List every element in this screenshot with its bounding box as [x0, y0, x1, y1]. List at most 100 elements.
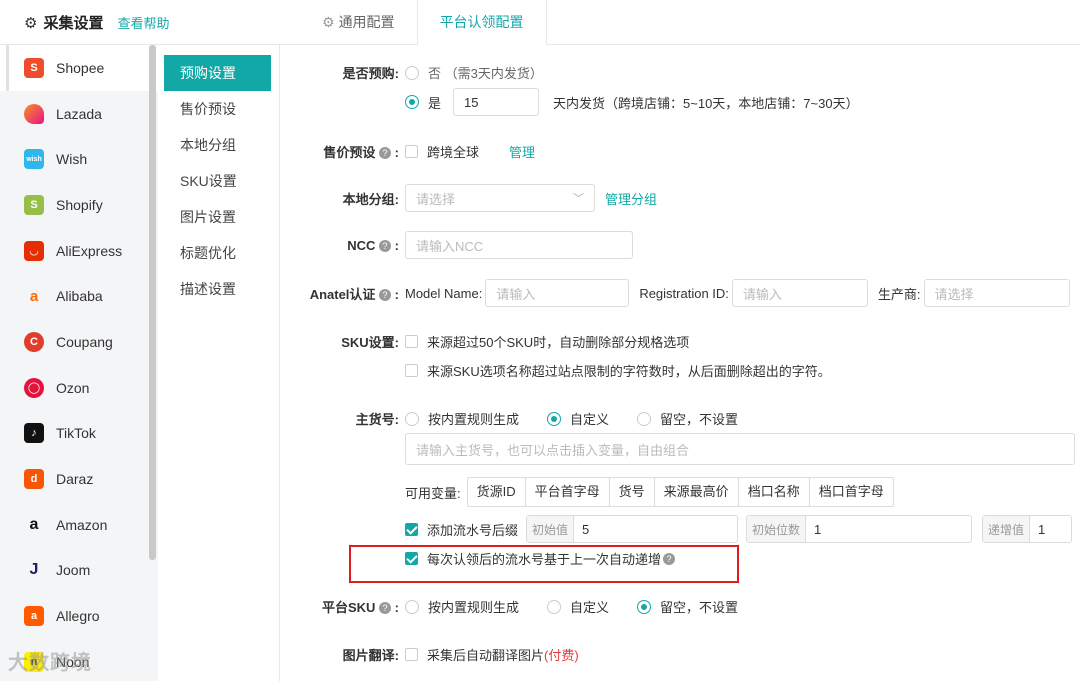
- sidebar-item-alibaba[interactable]: a Alibaba: [0, 273, 158, 319]
- price-preset-row: 售价预设 ? : 跨境全球 管理: [281, 142, 535, 161]
- sidebar-item-amazon[interactable]: a Amazon: [0, 502, 158, 548]
- subnav-image-settings[interactable]: 图片设置: [164, 199, 271, 235]
- serial-start-input[interactable]: 初始值 5: [526, 515, 739, 543]
- main-sku-custom-radio[interactable]: [547, 411, 562, 426]
- platform-sku-custom-radio[interactable]: [547, 599, 562, 614]
- sidebar-item-label: TikTok: [56, 425, 96, 442]
- chevron-down-icon: ﹀: [573, 193, 584, 205]
- sidebar-item-aliexpress[interactable]: ◡ AliExpress: [0, 228, 158, 274]
- image-translate-checkbox[interactable]: [405, 648, 418, 661]
- serial-increment-input[interactable]: 递增值 1: [982, 515, 1073, 543]
- ozon-icon: ◯: [24, 377, 44, 398]
- serial-digits-addon: 初始位数: [747, 516, 807, 542]
- subnav-local-group[interactable]: 本地分组: [164, 127, 271, 163]
- model-name-input[interactable]: 请输入: [485, 279, 630, 307]
- sku-limit-checkbox[interactable]: [405, 335, 418, 348]
- aliexpress-icon: ◡: [24, 240, 44, 261]
- subnav-description[interactable]: 描述设置: [164, 271, 271, 307]
- sidebar-item-wish[interactable]: wish Wish: [0, 136, 158, 182]
- help-icon[interactable]: ?: [379, 288, 392, 301]
- help-icon[interactable]: ?: [379, 147, 392, 159]
- sidebar-item-joom[interactable]: J Joom: [0, 548, 158, 594]
- serial-suffix-checkbox[interactable]: [405, 522, 418, 536]
- ncc-row: NCC ? : 请输入NCC: [281, 231, 633, 259]
- paid-tag: (付费): [544, 648, 579, 663]
- platform-sku-rule-radio[interactable]: [405, 599, 419, 614]
- tab-bar: ⚙ 通用配置 平台认领配置: [300, 0, 547, 45]
- main-sku-empty-radio[interactable]: [637, 411, 652, 426]
- sku-limit-label: 来源超过50个SKU时，自动删除部分规格选项: [427, 335, 690, 350]
- platform-sku-empty-radio[interactable]: [637, 599, 652, 614]
- tab-general-config[interactable]: ⚙ 通用配置: [300, 0, 417, 45]
- sidebar-item-label: Allegro: [56, 608, 100, 625]
- model-name-placeholder: 请输入: [496, 286, 536, 302]
- page-title: 采集设置: [43, 15, 104, 32]
- sidebar-item-label: Shopify: [56, 196, 103, 213]
- help-link[interactable]: 查看帮助: [117, 13, 169, 32]
- sidebar-item-label: Ozon: [56, 379, 90, 396]
- platform-sku-rule-label: 按内置规则生成: [428, 600, 520, 615]
- variable-chip[interactable]: 平台首字母: [526, 478, 610, 506]
- coupang-icon: C: [24, 331, 44, 352]
- cross-border-checkbox[interactable]: [405, 145, 418, 158]
- joom-icon: J: [29, 561, 39, 579]
- platform-sku-empty-label: 留空，不设置: [660, 600, 739, 615]
- sku-trim-checkbox[interactable]: [405, 364, 418, 377]
- ncc-input[interactable]: 请输入NCC: [405, 231, 633, 259]
- help-icon[interactable]: ?: [379, 239, 392, 252]
- price-manage-link[interactable]: 管理: [509, 142, 535, 161]
- watermark: 大数跨境: [8, 652, 92, 674]
- variable-chip[interactable]: 货源ID: [468, 478, 526, 506]
- subnav-title-optimize[interactable]: 标题优化: [164, 235, 271, 271]
- preorder-yes-label: 是: [428, 95, 442, 111]
- platform-sku-label: 平台SKU ? :: [321, 600, 399, 615]
- manufacturer-select[interactable]: 请选择: [923, 279, 1070, 307]
- sku-settings-row: SKU设置: 来源超过50个SKU时，自动删除部分规格选项: [281, 332, 689, 351]
- variable-chip[interactable]: 来源最高价: [655, 478, 739, 506]
- main-sku-rule-radio[interactable]: [405, 411, 419, 426]
- manufacturer-placeholder: 请选择: [934, 286, 974, 302]
- subnav-sku-settings[interactable]: SKU设置: [164, 163, 271, 199]
- tab-label: 平台认领配置: [439, 14, 524, 30]
- preorder-no-radio[interactable]: [405, 65, 419, 80]
- subnav-preorder[interactable]: 预购设置: [164, 55, 271, 91]
- subnav-price-preset[interactable]: 售价预设: [164, 91, 271, 127]
- preorder-days-hint: 天内发货（跨境店铺：5~10天，本地店铺：7~30天）: [553, 95, 859, 111]
- sidebar-item-coupang[interactable]: C Coupang: [0, 319, 158, 365]
- ncc-label: NCC ? :: [347, 237, 399, 253]
- sidebar-item-shopify[interactable]: S Shopify: [0, 182, 158, 228]
- main-sku-placeholder: 请输入主货号，也可以点击插入变量，自由组合: [416, 442, 690, 458]
- manage-group-link[interactable]: 管理分组: [605, 189, 657, 208]
- tab-platform-config[interactable]: 平台认领配置: [416, 0, 547, 45]
- help-icon[interactable]: ?: [379, 602, 392, 614]
- shopify-icon: S: [24, 194, 44, 215]
- anatel-label-text: Anatel认证: [309, 286, 376, 302]
- serial-increment-value: 1: [1038, 521, 1046, 537]
- settings-icon: ⚙: [322, 14, 335, 30]
- brand: ⚙ 采集设置 查看帮助: [24, 12, 169, 33]
- sidebar-item-allegro[interactable]: a Allegro: [0, 593, 158, 639]
- variable-chip[interactable]: 档口名称: [739, 478, 810, 506]
- preorder-days-input[interactable]: 15: [453, 88, 540, 116]
- sidebar-item-label: Amazon: [56, 516, 108, 533]
- sidebar-item-tiktok[interactable]: ♪ TikTok: [0, 411, 158, 457]
- registration-id-input[interactable]: 请输入: [731, 279, 868, 307]
- manufacturer-label: 生产商:: [877, 286, 921, 302]
- main-sku-input[interactable]: 请输入主货号，也可以点击插入变量，自由组合: [405, 433, 1075, 465]
- preorder-yes-radio[interactable]: [405, 95, 419, 109]
- tab-label: 通用配置: [338, 14, 395, 30]
- sidebar-item-shopee[interactable]: S Shopee: [0, 45, 158, 91]
- platform-sku-row: 平台SKU ? : 按内置规则生成 自定义 留空，不设置: [281, 597, 738, 616]
- variable-chip[interactable]: 货号: [610, 478, 655, 506]
- gear-icon: ⚙: [24, 14, 38, 32]
- main-sku-custom-label: 自定义: [570, 412, 610, 427]
- serial-digits-input[interactable]: 初始位数 1: [746, 515, 973, 543]
- local-group-select[interactable]: 请选择 ﹀: [405, 184, 595, 212]
- anatel-row: Anatel认证 ? : Model Name: 请输入 Registratio…: [281, 279, 1070, 307]
- variable-chip[interactable]: 档口首字母: [810, 478, 893, 506]
- sidebar-item-lazada[interactable]: Lazada: [0, 91, 158, 137]
- sidebar-item-ozon[interactable]: ◯ Ozon: [0, 365, 158, 411]
- serial-suffix-label: 添加流水号后缀: [427, 522, 519, 538]
- sidebar-item-daraz[interactable]: d Daraz: [0, 456, 158, 502]
- sidebar-scrollbar[interactable]: [149, 45, 156, 560]
